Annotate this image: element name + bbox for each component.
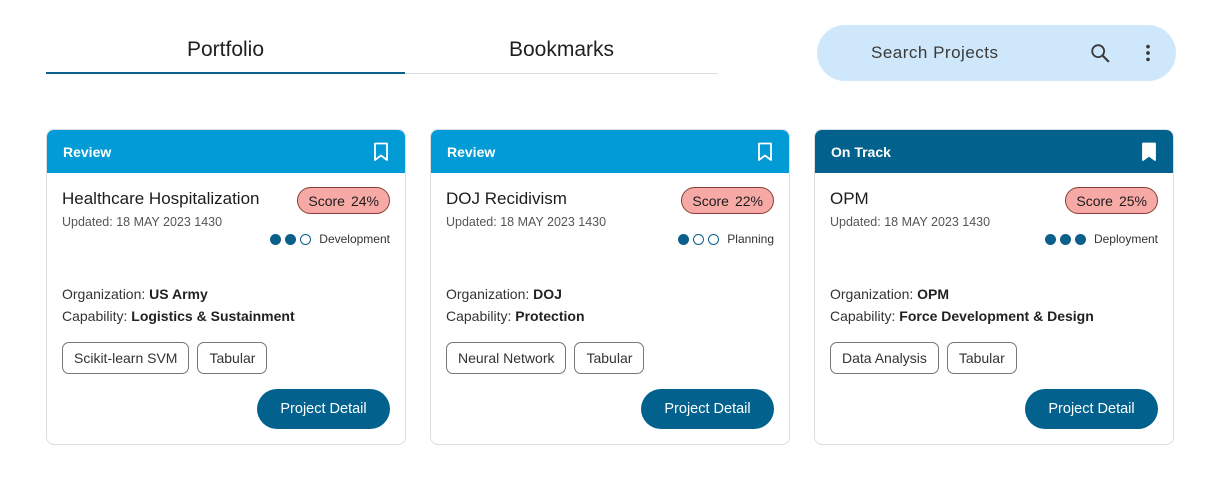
tag-chip: Tabular [946,342,1017,374]
tag-chip: Tabular [574,342,645,374]
score-value: 25% [1118,192,1147,209]
capability-line: Capability: Protection [446,308,585,324]
stage-label: Development [319,232,390,246]
capability-value: Logistics & Sustainment [131,308,295,324]
capability-value: Force Development & Design [899,308,1094,324]
score-value: 22% [734,192,763,209]
status-label: On Track [831,143,891,160]
stage-indicator: Development [270,232,390,246]
score-label: Score [692,192,729,209]
organization-value: OPM [917,286,950,302]
stage-indicator: Planning [678,232,774,246]
tab-bookmarks[interactable]: Bookmarks [405,26,718,73]
capability-line: Capability: Force Development & Design [830,308,1094,324]
status-label: Review [447,143,496,160]
tag-chip: Neural Network [446,342,567,374]
updated-timestamp: Updated: 18 MAY 2023 1430 [62,215,223,229]
view-tabs: Portfolio Bookmarks [46,26,718,74]
organization-line: Organization: DOJ [446,286,562,302]
stage-label: Planning [727,232,774,246]
project-card: On Track OPM Updated: 18 MAY 2023 1430 S… [814,129,1174,445]
stage-dot [300,233,312,245]
bookmark-outline-icon[interactable] [757,142,773,162]
card-status-bar: On Track [815,130,1173,173]
kebab-menu-icon[interactable] [1137,42,1159,64]
updated-timestamp: Updated: 18 MAY 2023 1430 [446,215,607,229]
capability-label: Capability: [446,308,516,324]
organization-line: Organization: OPM [830,286,949,302]
score-badge: Score 22% [681,187,774,214]
stage-indicator: Deployment [1044,232,1158,246]
stage-dot [678,233,690,245]
capability-label: Capability: [830,308,900,324]
status-label: Review [63,143,112,160]
project-title: OPM [830,189,869,208]
capability-line: Capability: Logistics & Sustainment [62,308,295,324]
stage-label: Deployment [1093,232,1158,246]
organization-label: Organization: [830,286,918,302]
score-label: Score [308,192,345,209]
stage-dot [270,233,282,245]
bookmark-filled-icon[interactable] [1141,142,1157,162]
organization-value: US Army [149,286,208,302]
tag-list: Scikit-learn SVM Tabular [62,342,268,374]
stage-dot [693,233,705,245]
project-title: DOJ Recidivism [446,189,567,208]
card-status-bar: Review [431,130,789,173]
search-input[interactable] [871,41,1081,65]
tag-list: Data Analysis Tabular [830,342,1017,374]
tab-portfolio[interactable]: Portfolio [46,26,405,74]
card-status-bar: Review [47,130,405,173]
capability-value: Protection [515,308,585,324]
project-detail-button[interactable]: Project Detail [257,389,390,429]
tag-list: Neural Network Tabular [446,342,645,374]
stage-dot [1074,233,1086,245]
search-icon[interactable] [1089,42,1111,64]
project-detail-button[interactable]: Project Detail [641,389,774,429]
bookmark-outline-icon[interactable] [373,142,389,162]
organization-value: DOJ [533,286,562,302]
capability-label: Capability: [62,308,132,324]
updated-timestamp: Updated: 18 MAY 2023 1430 [830,215,991,229]
stage-dot [285,233,297,245]
stage-dot [1059,233,1071,245]
project-detail-button[interactable]: Project Detail [1025,389,1158,429]
project-card: Review DOJ Recidivism Updated: 18 MAY 20… [430,129,790,445]
score-badge: Score 24% [297,187,390,214]
search-bar [817,25,1176,81]
organization-label: Organization: [446,286,534,302]
tag-chip: Data Analysis [830,342,939,374]
project-title: Healthcare Hospitalization [62,189,260,208]
stage-dot [1044,233,1056,245]
project-card: Review Healthcare Hospitalization Update… [46,129,406,445]
organization-label: Organization: [62,286,150,302]
tag-chip: Scikit-learn SVM [62,342,190,374]
score-badge: Score 25% [1065,187,1158,214]
organization-line: Organization: US Army [62,286,208,302]
score-label: Score [1076,192,1113,209]
stage-dot [708,233,720,245]
tag-chip: Tabular [197,342,268,374]
score-value: 24% [350,192,379,209]
